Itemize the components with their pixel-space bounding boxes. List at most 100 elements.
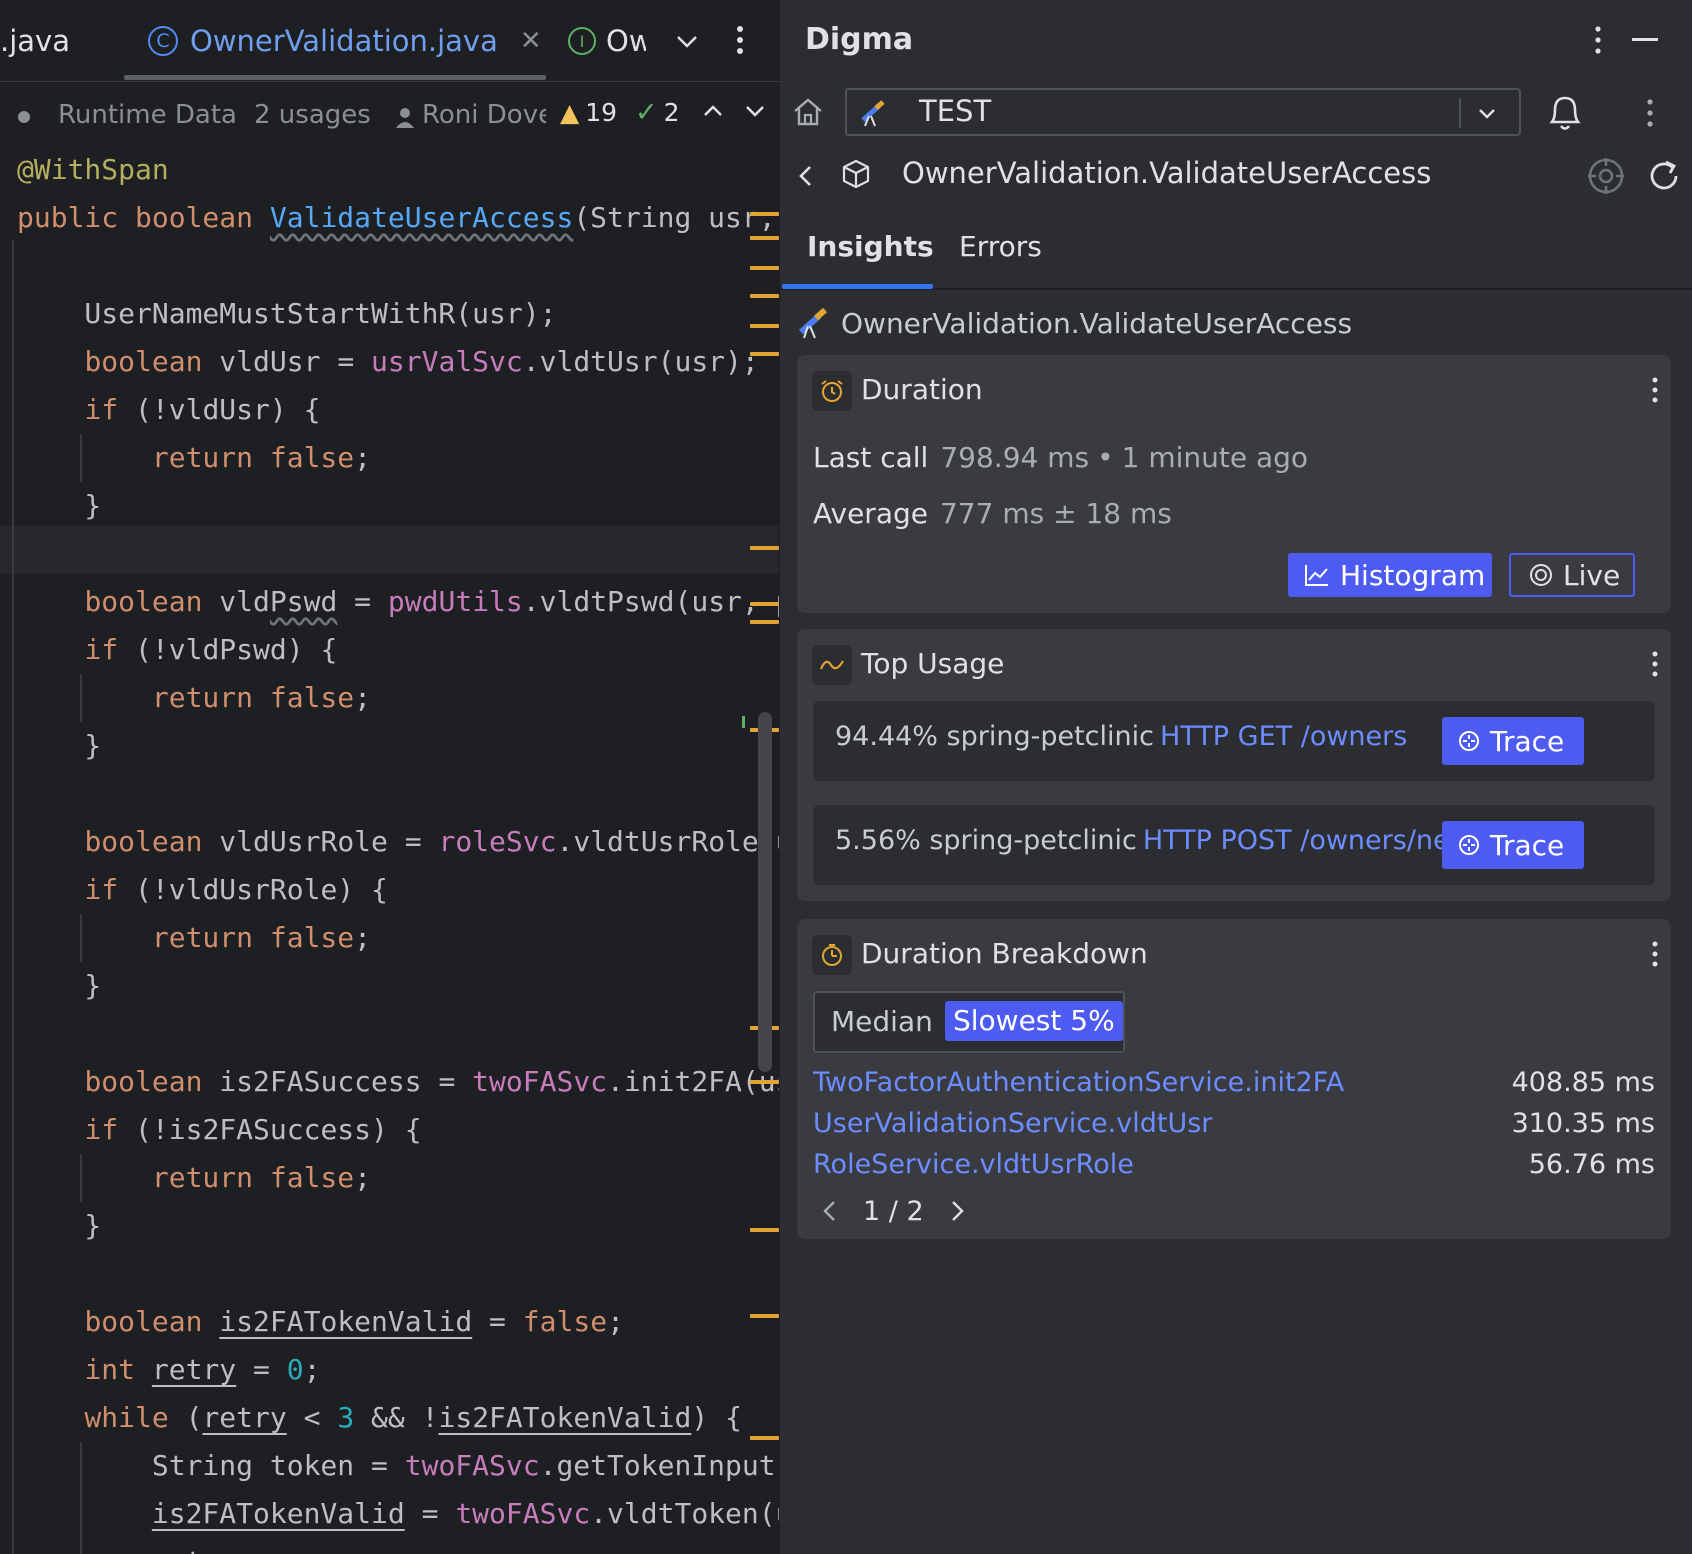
editor-tab-owner-validation[interactable]: C OwnerValidation.java ✕: [148, 18, 542, 64]
average-metric: Average 777 ms ± 18 ms: [813, 497, 1172, 530]
refresh-icon[interactable]: [1646, 158, 1682, 194]
warning-stripe[interactable]: [750, 212, 779, 216]
trace-label: Trace: [1490, 828, 1565, 862]
more-vertical-icon[interactable]: [1586, 22, 1610, 58]
code-line: return false;: [151, 921, 372, 954]
warning-stripe[interactable]: [750, 352, 779, 356]
chevron-left-icon[interactable]: [794, 162, 818, 190]
inspection-widget[interactable]: ▲ 19 ✓ 2: [560, 92, 686, 132]
last-call-ago: 1 minute ago: [1121, 441, 1309, 474]
telescope-icon: [861, 100, 885, 127]
stopwatch-icon: [812, 935, 852, 975]
more-vertical-icon[interactable]: [728, 22, 752, 58]
current-line-highlight: [0, 526, 779, 574]
warning-stripe[interactable]: [750, 324, 779, 328]
code-line: }: [17, 729, 102, 762]
editor-tab-previous-label: .java: [0, 24, 70, 58]
bell-icon[interactable]: [1544, 90, 1586, 134]
more-vertical-icon[interactable]: [1648, 649, 1662, 679]
tab-errors[interactable]: Errors: [959, 230, 1042, 263]
code-line: if (!is2FASuccess) {: [84, 1113, 422, 1146]
runtime-data-hint[interactable]: Runtime Data: [58, 100, 237, 130]
trace-button[interactable]: Trace: [1442, 717, 1584, 765]
trace-label: Trace: [1490, 724, 1565, 758]
span-header: OwnerValidation.ValidateUserAccess: [797, 300, 1352, 346]
toggle-median[interactable]: Median: [831, 1005, 933, 1038]
minimize-icon[interactable]: [1632, 38, 1658, 41]
more-vertical-icon[interactable]: [1640, 96, 1660, 130]
crosshair-icon[interactable]: [1586, 156, 1626, 196]
usage-row: 5.56% spring-petclinic HTTP POST /owners/…: [813, 805, 1655, 885]
live-label: Live: [1563, 558, 1621, 592]
more-vertical-icon[interactable]: [1648, 939, 1662, 969]
chevron-down-icon[interactable]: [742, 98, 768, 124]
usages-hint[interactable]: 2 usages: [254, 100, 371, 130]
editor-tab-bar: .java C OwnerValidation.java ✕ I Ow: [0, 0, 779, 82]
editor-scrollbar[interactable]: [758, 712, 772, 1072]
histogram-button[interactable]: Histogram: [1288, 553, 1492, 597]
more-vertical-icon[interactable]: [1648, 375, 1662, 405]
breakdown-duration: 310.35 ms: [1511, 1108, 1655, 1139]
last-call-metric: Last call 798.94 ms • 1 minute ago: [813, 441, 1308, 474]
warning-stripe[interactable]: [750, 1314, 779, 1318]
chevron-down-icon[interactable]: [1475, 101, 1499, 125]
warning-stripe[interactable]: [750, 602, 779, 606]
close-tab-icon[interactable]: ✕: [520, 26, 542, 56]
warning-stripe[interactable]: [750, 620, 779, 624]
average-label: Average: [813, 497, 928, 530]
alarm-clock-icon: [812, 371, 852, 411]
panel-title: Digma: [805, 22, 914, 57]
warning-stripe[interactable]: [750, 1436, 779, 1440]
breakdown-span-link[interactable]: UserValidationService.vldtUsr: [813, 1108, 1212, 1139]
breakdown-span-link[interactable]: TwoFactorAuthenticationService.init2FA: [813, 1067, 1344, 1098]
duration-card: Duration Last call 798.94 ms • 1 minute ago…: [797, 355, 1671, 613]
last-call-label: Last call: [813, 441, 929, 474]
warning-count: 19: [585, 97, 618, 127]
home-icon[interactable]: [790, 94, 826, 130]
chevron-down-icon[interactable]: [672, 26, 702, 56]
warning-stripe[interactable]: [750, 1228, 779, 1232]
usage-percent-service: 5.56% spring-petclinic: [835, 825, 1137, 856]
editor-tab-previous[interactable]: .java: [0, 18, 70, 64]
code-line: is2FATokenValid = twoFASvc.vldtToken(u: [151, 1497, 779, 1530]
code-line: int retry = 0;: [84, 1353, 321, 1386]
percentile-toggle: Median Slowest 5%: [813, 991, 1125, 1053]
warning-stripe[interactable]: [750, 294, 779, 298]
environment-select[interactable]: TEST: [845, 88, 1521, 136]
runtime-dot-icon: [18, 111, 30, 123]
code-line: public boolean ValidateUserAccess(String…: [17, 201, 776, 234]
code-line: return false;: [151, 681, 372, 714]
breakdown-span-link[interactable]: RoleService.vldtUsrRole: [813, 1149, 1134, 1180]
warning-stripe[interactable]: [750, 1080, 779, 1084]
telescope-icon: [799, 307, 827, 339]
digma-panel: Digma TEST OwnerValidation.ValidateUserA…: [779, 0, 1692, 1554]
warning-icon: ▲: [560, 97, 580, 127]
code-line: if (!vldUsrRole) {: [84, 873, 388, 906]
live-button[interactable]: Live: [1509, 553, 1635, 597]
interface-icon: I: [568, 27, 596, 55]
duration-breakdown-card: Duration Breakdown Median Slowest 5% Two…: [797, 919, 1671, 1239]
author-hint[interactable]: Roni Dove: [422, 100, 546, 130]
warning-stripe[interactable]: [750, 236, 779, 240]
warning-stripe[interactable]: [750, 266, 779, 270]
chevron-left-icon[interactable]: [819, 1198, 841, 1224]
code-line: return false;: [151, 441, 372, 474]
warning-stripe[interactable]: [750, 546, 779, 550]
code-line: }: [17, 489, 102, 522]
check-icon: ✓: [635, 96, 658, 128]
usage-endpoint-link[interactable]: HTTP POST /owners/new: [1143, 825, 1472, 856]
editor-tab-next[interactable]: I Ow: [568, 18, 646, 64]
toggle-slowest[interactable]: Slowest 5%: [945, 1001, 1123, 1041]
code-editor[interactable]: .java C OwnerValidation.java ✕ I Ow Runt…: [0, 0, 779, 1554]
environment-label: TEST: [919, 94, 992, 128]
code-line: }: [17, 969, 102, 1002]
breakdown-title: Duration Breakdown: [861, 937, 1148, 970]
chevron-up-icon[interactable]: [700, 98, 726, 124]
chevron-right-icon[interactable]: [946, 1198, 968, 1224]
trace-button[interactable]: Trace: [1442, 821, 1584, 869]
code-line: boolean vldPswd = pwdUtils.vldtPswd(usr,…: [84, 585, 779, 618]
crosshair-icon: [1459, 835, 1479, 855]
usage-endpoint-link[interactable]: HTTP GET /owners: [1160, 721, 1407, 752]
code-line: retry++;: [17, 1538, 287, 1554]
tab-insights[interactable]: Insights: [807, 230, 934, 263]
